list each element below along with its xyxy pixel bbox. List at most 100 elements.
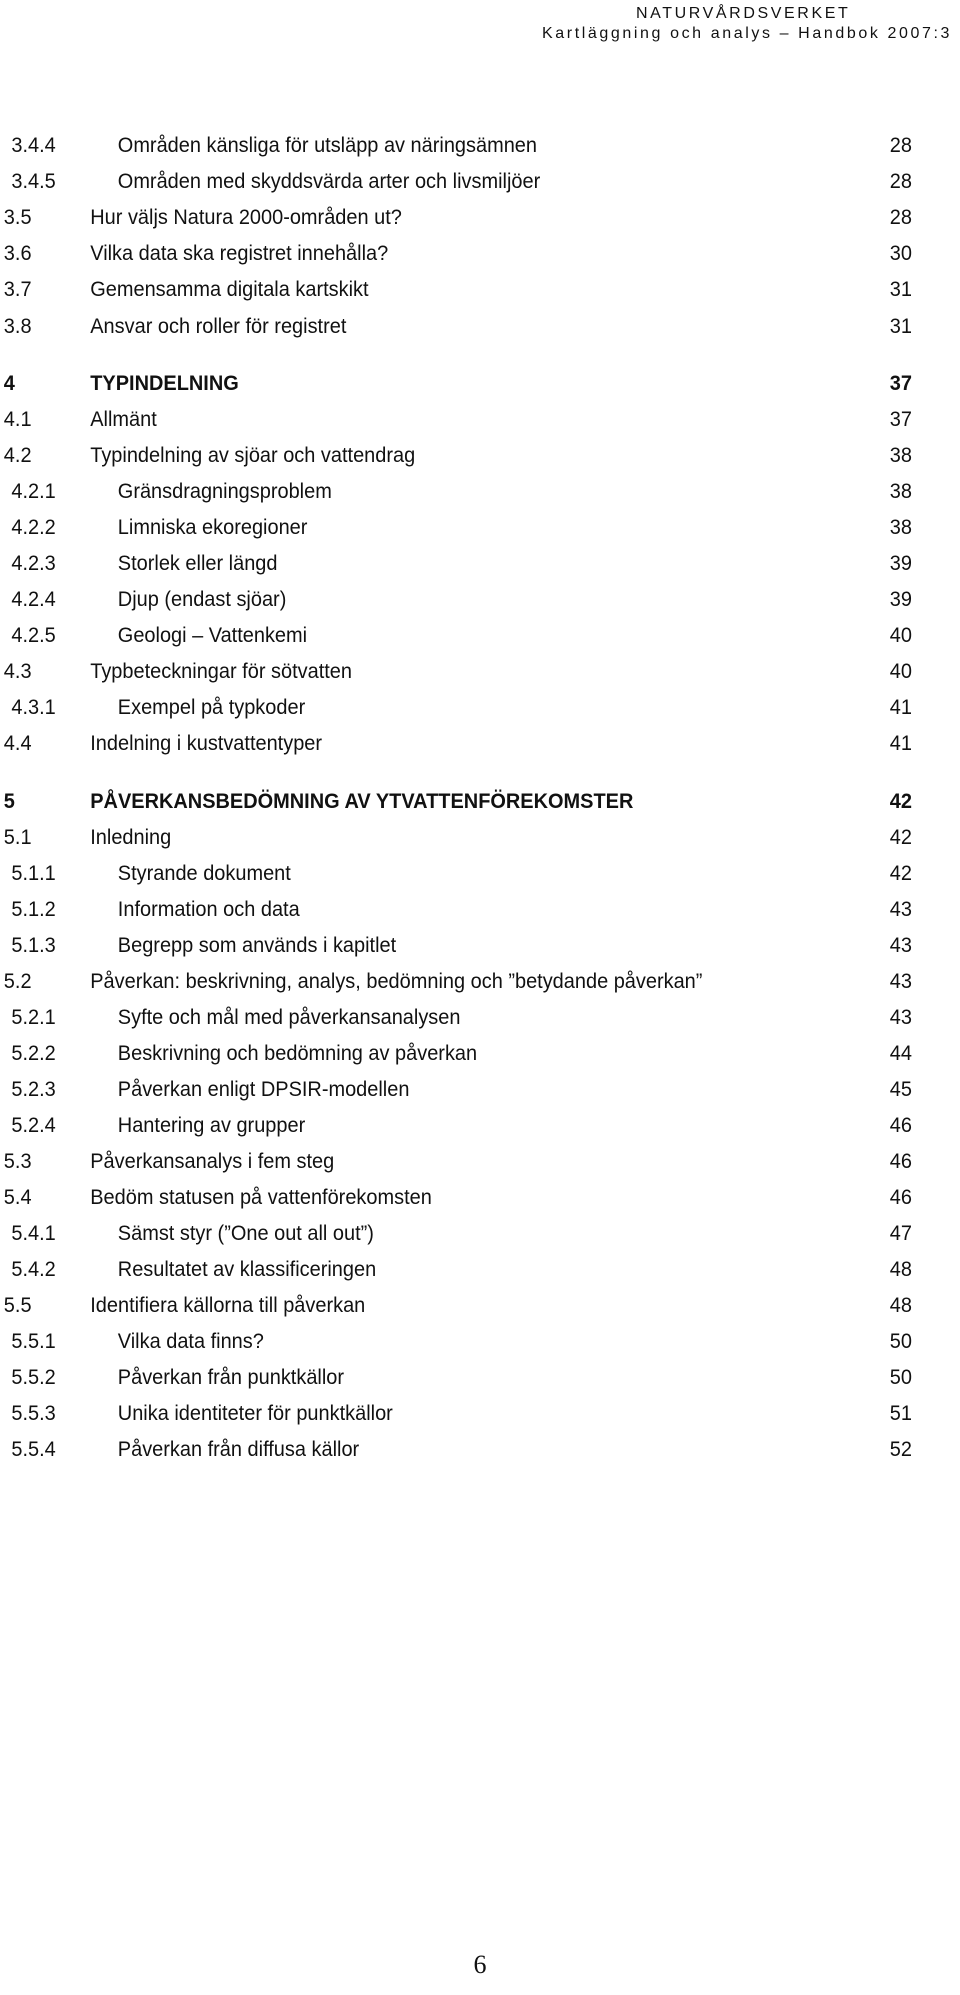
toc-entry-title: Styrande dokument: [117, 862, 291, 885]
toc-entry-page: 39: [889, 552, 912, 575]
toc-entry-number: 4.2.3: [11, 552, 56, 575]
toc-entry[interactable]: 4.2.5 Geologi – Vattenkemi 40: [0, 618, 912, 654]
toc-entry-title: Områden känsliga för utsläpp av näringsä…: [117, 134, 537, 157]
toc-entry[interactable]: 4.2 Typindelning av sjöar och vattendrag 3…: [0, 438, 912, 474]
toc-entry-page: 42: [889, 826, 912, 849]
toc-entry-title: Påverkan enligt DPSIR-modellen: [117, 1078, 410, 1101]
toc-entry-page: 43: [889, 1006, 912, 1029]
toc-entry-page: 40: [889, 624, 912, 647]
toc-entry[interactable]: 4.2.4 Djup (endast sjöar) 39: [0, 582, 912, 618]
toc-entry-page: 48: [889, 1258, 912, 1281]
toc-entry[interactable]: 4.1 Allmänt 37: [0, 402, 912, 438]
toc-entry[interactable]: 5.1.1 Styrande dokument 42: [0, 856, 912, 892]
toc-entry-page: 51: [889, 1402, 912, 1425]
toc-entry-title: Påverkan: beskrivning, analys, bedömning…: [90, 970, 703, 993]
toc-entry-page: 38: [889, 480, 912, 503]
toc-entry-page: 41: [889, 696, 912, 719]
toc-entry[interactable]: 5.1.2 Information och data 43: [0, 892, 912, 928]
toc-entry-number: 4: [3, 372, 15, 395]
toc-entry[interactable]: 5.2.4 Hantering av grupper 46: [0, 1108, 912, 1144]
toc-entry-title: Hantering av grupper: [117, 1114, 306, 1137]
toc-entry-number: 5.5.3: [11, 1402, 56, 1425]
toc-entry[interactable]: 5.2.3 Påverkan enligt DPSIR-modellen 45: [0, 1072, 912, 1108]
toc-entry-number: 5.5: [3, 1294, 32, 1317]
toc-entry[interactable]: 3.6 Vilka data ska registret innehålla? 30: [0, 236, 912, 272]
toc-entry[interactable]: 5.5.1 Vilka data finns? 50: [0, 1324, 912, 1360]
toc-entry-page: 37: [889, 372, 912, 395]
toc-entry-number: 4.2.5: [11, 624, 56, 647]
toc-entry[interactable]: 4.2.2 Limniska ekoregioner 38: [0, 510, 912, 546]
toc-entry-title: Påverkan från diffusa källor: [117, 1438, 360, 1461]
toc-entry-page: 52: [889, 1438, 912, 1461]
toc-entry-number: 5.1.1: [11, 862, 56, 885]
toc-entry-title: Information och data: [117, 898, 300, 921]
toc-entry-number: 5.1.3: [11, 934, 56, 957]
toc-entry-number: 5.5.2: [11, 1366, 56, 1389]
header-org: NATURVÅRDSVERKET: [636, 5, 851, 22]
toc-entry[interactable]: 5.1.3 Begrepp som används i kapitlet 43: [0, 928, 912, 964]
toc-entry-number: 5.2.2: [11, 1042, 56, 1065]
toc-entry-page: 46: [889, 1186, 912, 1209]
toc-entry[interactable]: 4.2.3 Storlek eller längd 39: [0, 546, 912, 582]
toc-entry-title: Hur väljs Natura 2000-områden ut?: [90, 206, 402, 229]
toc-entry-number: 4.3: [3, 660, 32, 683]
toc-entry-page: 31: [889, 278, 912, 301]
toc-entry-number: 5.2: [3, 970, 32, 993]
toc-entry-title: Påverkansanalys i fem steg: [90, 1150, 335, 1173]
toc-entry[interactable]: 4.3 Typbeteckningar för sötvatten 40: [0, 654, 912, 690]
toc-entry[interactable]: 4.3.1 Exempel på typkoder 41: [0, 690, 912, 726]
toc-entry[interactable]: 5.1 Inledning 42: [0, 820, 912, 856]
toc-entry[interactable]: 3.5 Hur väljs Natura 2000-områden ut? 28: [0, 200, 912, 236]
toc-entry-title: Typbeteckningar för sötvatten: [90, 660, 352, 683]
toc-entry-page: 43: [889, 898, 912, 921]
toc-entry-title: Resultatet av klassificeringen: [117, 1258, 377, 1281]
toc-entry[interactable]: 5 PÅVERKANSBEDÖMNING AV YTVATTENFÖREKOMST…: [0, 784, 912, 820]
toc-entry-title: Geologi – Vattenkemi: [117, 624, 308, 647]
toc-entry-page: 46: [889, 1150, 912, 1173]
toc-entry-number: 4.2: [3, 444, 32, 467]
toc-entry-title: Vilka data ska registret innehålla?: [90, 242, 389, 265]
toc-entry-title: Gränsdragningsproblem: [117, 480, 332, 503]
toc-entry-number: 4.2.4: [11, 588, 56, 611]
toc-entry-title: Storlek eller längd: [117, 552, 278, 575]
toc-entry[interactable]: 5.3 Påverkansanalys i fem steg 46: [0, 1144, 912, 1180]
toc-entry-page: 30: [889, 242, 912, 265]
header-subtitle: Kartläggning och analys – Handbok 2007:3: [542, 25, 952, 42]
toc-entry[interactable]: 5.2.2 Beskrivning och bedömning av påverk…: [0, 1036, 912, 1072]
toc-entry-number: 5.4.1: [11, 1222, 56, 1245]
toc-entry[interactable]: 5.4 Bedöm statusen på vattenförekomsten 46: [0, 1180, 912, 1216]
toc-entry-number: 5.5.1: [11, 1330, 56, 1353]
toc-entry[interactable]: 5.4.1 Sämst styr (”One out all out”) 47: [0, 1216, 912, 1252]
toc-entry-page: 43: [889, 970, 912, 993]
toc-entry-number: 3.5: [3, 206, 32, 229]
toc-entry-title: Vilka data finns?: [117, 1330, 264, 1353]
toc-entry[interactable]: 4 TYPINDELNING 37: [0, 366, 912, 402]
toc-entry[interactable]: 3.7 Gemensamma digitala kartskikt 31: [0, 272, 912, 308]
toc-entry-number: 5.2.1: [11, 1006, 56, 1029]
toc-entry-title: Områden med skyddsvärda arter och livsmi…: [117, 170, 541, 193]
toc-entry[interactable]: 5.5 Identifiera källorna till påverkan 48: [0, 1288, 912, 1324]
toc-entry-number: 5.3: [3, 1150, 32, 1173]
toc-entry-title: Bedöm statusen på vattenförekomsten: [90, 1186, 432, 1209]
toc-entry-number: 5.1.2: [11, 898, 56, 921]
toc-entry[interactable]: 5.2.1 Syfte och mål med påverkansanalysen…: [0, 1000, 912, 1036]
toc-entry-number: 5.5.4: [11, 1438, 56, 1461]
toc-entry[interactable]: 4.4 Indelning i kustvattentyper 41: [0, 726, 912, 762]
toc-entry-title: Typindelning av sjöar och vattendrag: [90, 444, 416, 467]
toc-entry[interactable]: 5.5.2 Påverkan från punktkällor 50: [0, 1360, 912, 1396]
toc-entry-page: 41: [889, 732, 912, 755]
toc-entry-page: 50: [889, 1330, 912, 1353]
toc-entry-page: 50: [889, 1366, 912, 1389]
toc-entry[interactable]: 4.2.1 Gränsdragningsproblem 38: [0, 474, 912, 510]
toc-entry-number: 3.4.5: [11, 170, 56, 193]
toc-entry[interactable]: 5.5.4 Påverkan från diffusa källor 52: [0, 1432, 912, 1468]
toc-entry[interactable]: 5.5.3 Unika identiteter för punktkällor 51: [0, 1396, 912, 1432]
toc-entry-number: 4.2.2: [11, 516, 56, 539]
toc-entry[interactable]: 3.8 Ansvar och roller för registret 31: [0, 309, 912, 345]
toc-entry[interactable]: 5.2 Påverkan: beskrivning, analys, bedömn…: [0, 964, 912, 1000]
toc-entry[interactable]: 3.4.4 Områden känsliga för utsläpp av när…: [0, 128, 912, 164]
toc-entry-page: 42: [889, 790, 912, 813]
toc-entry-title: Beskrivning och bedömning av påverkan: [117, 1042, 478, 1065]
toc-entry[interactable]: 5.4.2 Resultatet av klassificeringen 48: [0, 1252, 912, 1288]
toc-entry[interactable]: 3.4.5 Områden med skyddsvärda arter och l…: [0, 164, 912, 200]
